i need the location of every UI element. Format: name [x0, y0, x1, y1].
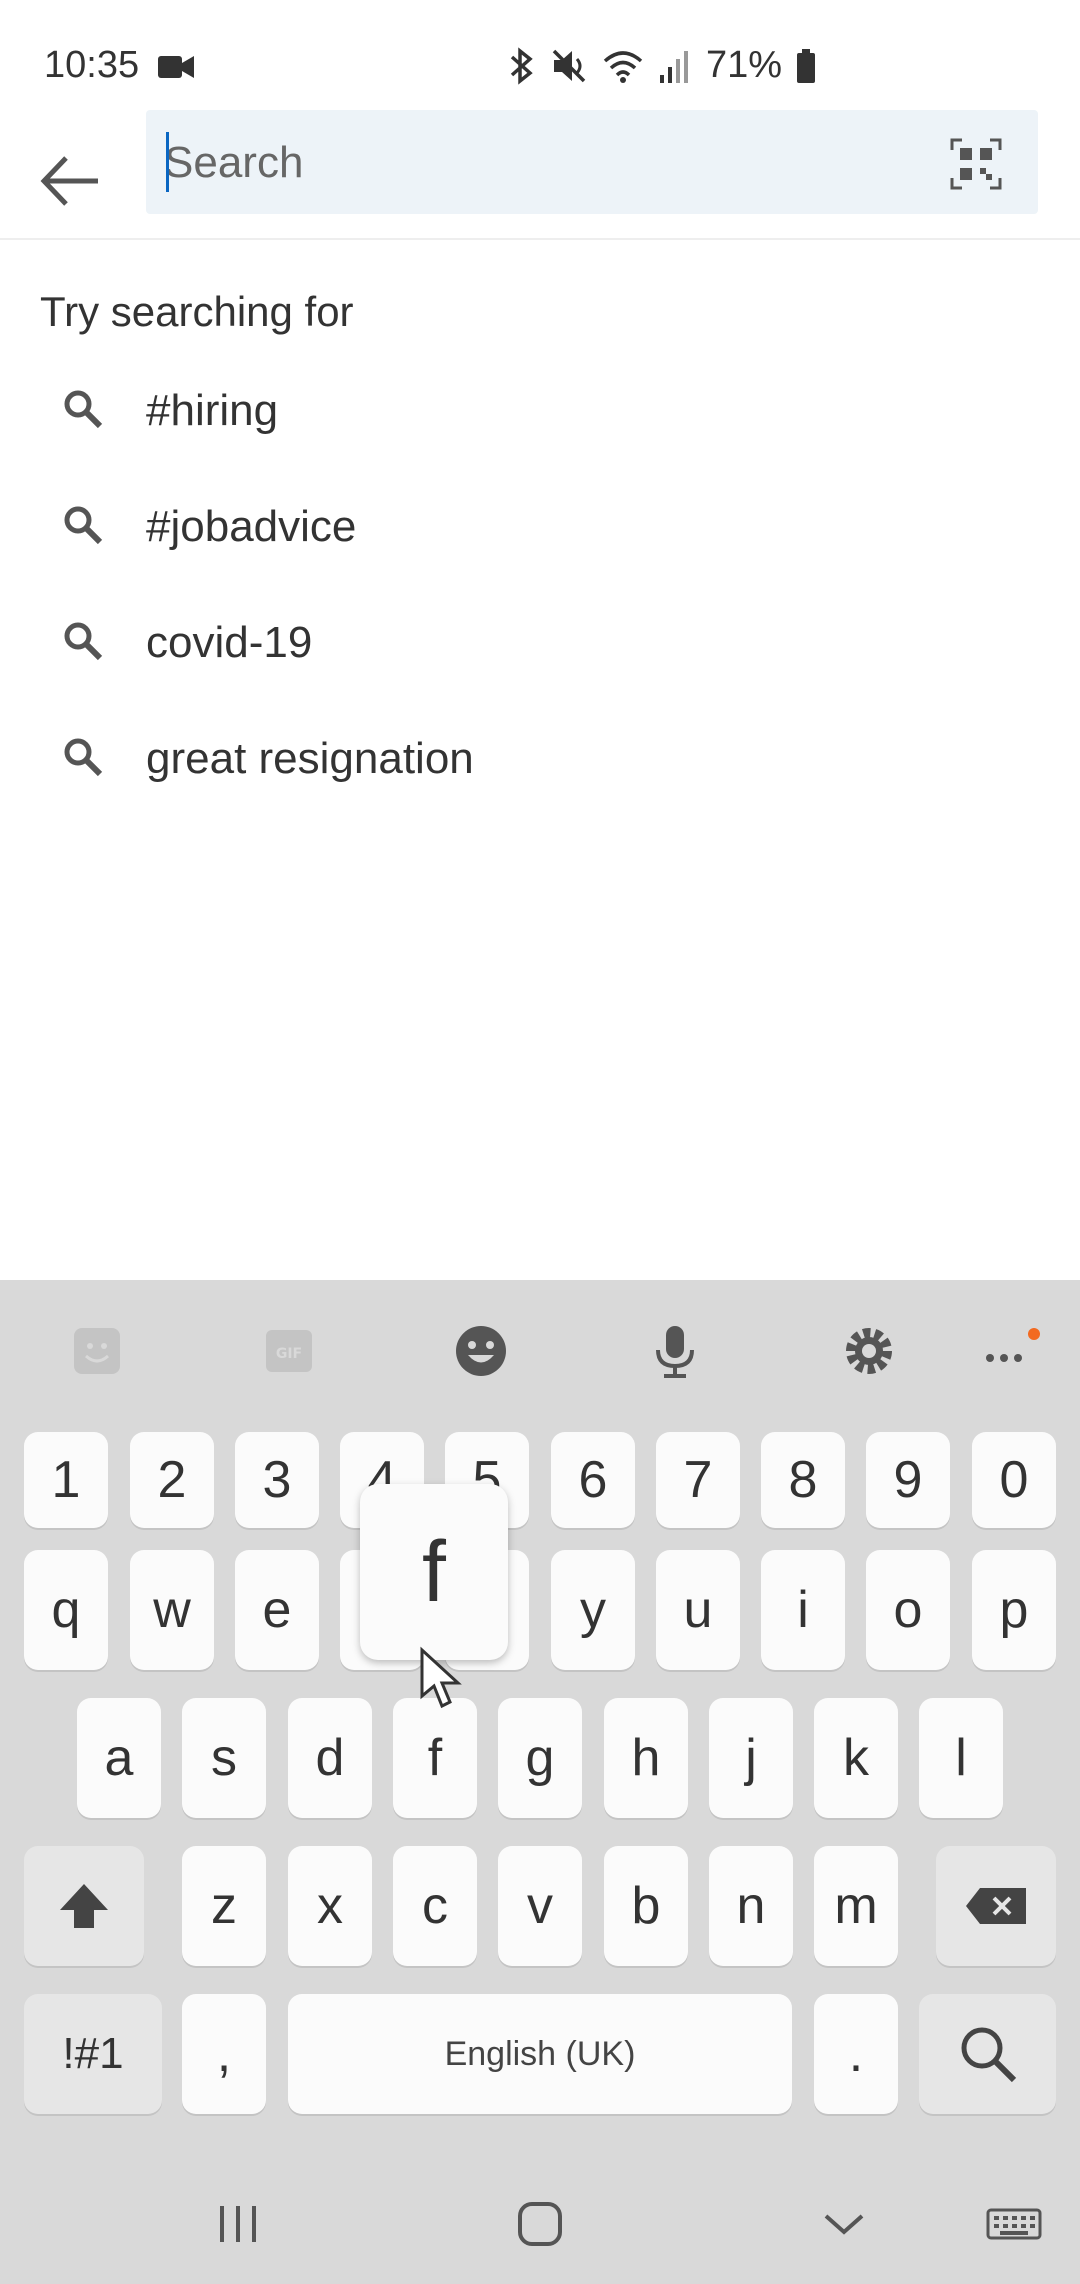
key-o[interactable]: o: [866, 1550, 950, 1670]
key-0[interactable]: 0: [972, 1432, 1056, 1528]
search-icon: [961, 2027, 1016, 2083]
settings-gear-icon[interactable]: [840, 1322, 898, 1380]
status-icons: 71%: [506, 44, 816, 87]
key-g[interactable]: g: [498, 1698, 582, 1818]
key-j[interactable]: j: [709, 1698, 793, 1818]
microphone-icon[interactable]: [646, 1322, 704, 1380]
suggestion-item[interactable]: great resignation: [0, 698, 1080, 814]
video-camera-icon: [158, 56, 194, 78]
keyboard-toolbar: GIF: [0, 1280, 1080, 1420]
key-c[interactable]: c: [393, 1846, 477, 1966]
key-e[interactable]: e: [235, 1550, 319, 1670]
qr-code-icon[interactable]: [950, 138, 1002, 190]
text-caret: [166, 132, 169, 192]
suggestion-text: #jobadvice: [146, 502, 357, 551]
search-icon: [64, 738, 103, 777]
status-time: 10:35: [44, 44, 140, 86]
back-arrow-icon[interactable]: [36, 146, 106, 216]
svg-text:GIF: GIF: [276, 1346, 302, 1362]
key-f[interactable]: f: [393, 1698, 477, 1818]
key-b[interactable]: b: [604, 1846, 688, 1966]
key-y[interactable]: y: [551, 1550, 635, 1670]
suggestion-text: #hiring: [146, 386, 279, 435]
key-u[interactable]: u: [656, 1550, 740, 1670]
battery-percentage: 71%: [706, 44, 783, 86]
search-icon: [64, 506, 103, 545]
key-h[interactable]: h: [604, 1698, 688, 1818]
system-navigation-bar: [0, 2160, 1080, 2284]
home-icon[interactable]: [512, 2196, 568, 2252]
emoji-icon[interactable]: [452, 1322, 510, 1380]
key-i[interactable]: i: [761, 1550, 845, 1670]
search-box[interactable]: [146, 110, 1038, 214]
search-icon: [64, 390, 103, 429]
key-x[interactable]: x: [288, 1846, 372, 1966]
key-k[interactable]: k: [814, 1698, 898, 1818]
key-p[interactable]: p: [972, 1550, 1056, 1670]
bluetooth-icon: [510, 46, 533, 85]
recent-apps-icon[interactable]: [210, 2196, 266, 2252]
shift-key[interactable]: [24, 1846, 144, 1966]
on-screen-keyboard: GIF 1 2 3 4 5 6 7 8 9 0 q w e r: [0, 1280, 1080, 2284]
status-bar: 10:35 71%: [0, 0, 1080, 110]
space-bar[interactable]: English (UK): [288, 1994, 792, 2114]
gif-icon[interactable]: GIF: [260, 1322, 318, 1380]
suggestion-text: covid-19: [146, 618, 313, 667]
key-z[interactable]: z: [182, 1846, 266, 1966]
mute-icon: [552, 49, 586, 82]
key-l[interactable]: l: [919, 1698, 1003, 1818]
search-key[interactable]: [919, 1994, 1056, 2114]
key-q[interactable]: q: [24, 1550, 108, 1670]
key-6[interactable]: 6: [551, 1432, 635, 1528]
key-m[interactable]: m: [814, 1846, 898, 1966]
suggestion-item[interactable]: covid-19: [0, 582, 1080, 698]
backspace-icon: [966, 1888, 1026, 1924]
key-preview-popup: f: [360, 1484, 508, 1660]
symbols-key[interactable]: !#1: [24, 1994, 162, 2114]
key-a[interactable]: a: [77, 1698, 161, 1818]
key-d[interactable]: d: [288, 1698, 372, 1818]
signal-icon: [660, 50, 688, 83]
more-options-icon[interactable]: [978, 1322, 1048, 1380]
key-n[interactable]: n: [709, 1846, 793, 1966]
key-s[interactable]: s: [182, 1698, 266, 1818]
battery-icon: [797, 48, 816, 83]
key-v[interactable]: v: [498, 1846, 582, 1966]
key-9[interactable]: 9: [866, 1432, 950, 1528]
suggestion-item[interactable]: #jobadvice: [0, 466, 1080, 582]
key-7[interactable]: 7: [656, 1432, 740, 1528]
search-input[interactable]: [162, 128, 926, 198]
key-1[interactable]: 1: [24, 1432, 108, 1528]
wifi-icon: [603, 50, 643, 83]
search-icon: [64, 622, 103, 661]
keyboard-switch-icon[interactable]: [984, 2196, 1044, 2252]
search-header: [0, 108, 1080, 240]
period-key[interactable]: .: [814, 1994, 898, 2114]
key-3[interactable]: 3: [235, 1432, 319, 1528]
shift-arrow-icon: [60, 1884, 108, 1928]
mouse-pointer-icon: [420, 1646, 462, 1709]
key-2[interactable]: 2: [130, 1432, 214, 1528]
backspace-key[interactable]: [936, 1846, 1056, 1966]
comma-key[interactable]: ,: [182, 1994, 266, 2114]
suggestion-item[interactable]: #hiring: [0, 350, 1080, 466]
key-w[interactable]: w: [130, 1550, 214, 1670]
try-searching-label: Try searching for: [40, 288, 354, 335]
hide-keyboard-chevron-icon[interactable]: [816, 2196, 872, 2252]
key-8[interactable]: 8: [761, 1432, 845, 1528]
suggestion-text: great resignation: [146, 734, 474, 783]
sticker-icon[interactable]: [68, 1322, 126, 1380]
